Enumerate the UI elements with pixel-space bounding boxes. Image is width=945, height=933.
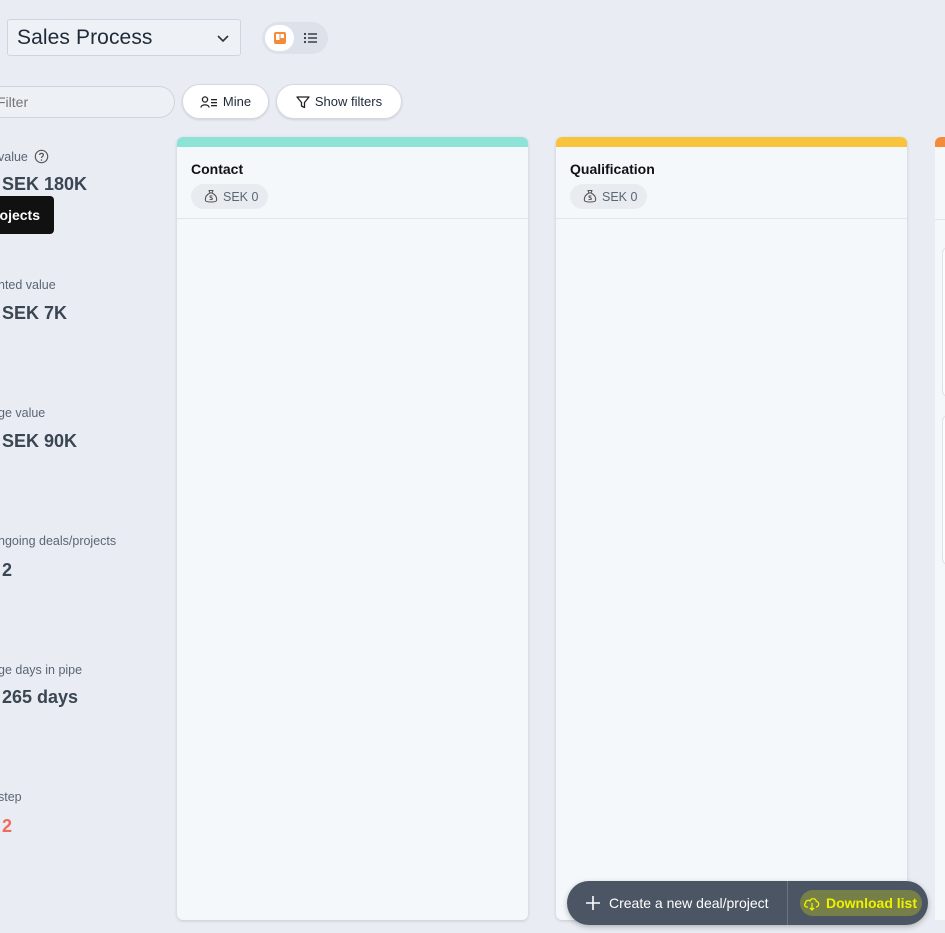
stat-total-value-label: value — [0, 149, 49, 164]
pipeline-select[interactable]: Sales Process — [7, 19, 241, 56]
pipeline-select-label: Sales Process — [17, 25, 153, 49]
column-title: Qualification — [570, 161, 655, 177]
pipeline-column-qualification[interactable]: Qualification SEK 0 — [556, 137, 907, 920]
pipeline-column-contact[interactable]: Contact SEK 0 — [177, 137, 528, 920]
column-header: Qualification SEK 0 — [556, 147, 907, 219]
tooltip: ojects — [0, 196, 54, 234]
list-view-button[interactable] — [296, 25, 325, 51]
column-amount: SEK 0 — [223, 189, 259, 204]
filter-input[interactable] — [0, 86, 175, 118]
stat-weighted-value: SEK 7K — [2, 303, 68, 323]
column-color-bar — [177, 137, 528, 147]
column-amount-chip: SEK 0 — [191, 184, 269, 209]
stat-average-days: 265 days — [2, 687, 79, 707]
cloud-download-icon — [804, 898, 820, 911]
column-amount: SEK 0 — [602, 189, 638, 204]
money-bag-icon — [204, 189, 218, 203]
plus-icon — [586, 896, 600, 910]
create-deal-label: Create a new deal/project — [609, 895, 769, 911]
board-view-icon — [273, 32, 286, 44]
mine-button[interactable]: Mine — [182, 84, 269, 119]
mine-button-label: Mine — [222, 94, 252, 109]
column-color-bar — [556, 137, 907, 147]
stat-ongoing-deals: 2 — [2, 560, 13, 580]
view-toggle — [262, 22, 328, 54]
pipeline-column-partial[interactable] — [935, 137, 945, 920]
column-title: Contact — [191, 161, 244, 177]
download-list-label: Download list — [826, 895, 917, 911]
list-view-icon — [303, 32, 317, 44]
column-header: Contact SEK 0 — [177, 147, 528, 219]
floating-action-bar: Create a new deal/project Download list — [567, 881, 928, 925]
column-color-bar — [935, 137, 945, 147]
chevron-down-icon — [217, 34, 229, 42]
stat-average-value-label: ge value — [0, 406, 46, 420]
stat-average-value: SEK 90K — [2, 431, 78, 451]
column-amount-chip: SEK 0 — [570, 184, 648, 209]
download-list-button[interactable]: Download list — [788, 881, 922, 925]
show-filters-button[interactable]: Show filters — [276, 84, 402, 119]
filter-icon — [296, 95, 310, 108]
stat-ongoing-deals-label: ngoing deals/projects — [0, 534, 117, 548]
stat-step: 2 — [2, 816, 13, 836]
board-view-button[interactable] — [265, 25, 294, 51]
user-list-icon — [200, 95, 217, 108]
create-deal-button[interactable]: Create a new deal/project — [567, 881, 788, 925]
stat-weighted-value-label: nted value — [0, 278, 56, 292]
stat-step-label: step — [0, 790, 22, 804]
stat-total-value: SEK 180K — [2, 174, 88, 194]
show-filters-label: Show filters — [314, 94, 383, 109]
column-header-divider — [935, 219, 945, 220]
question-circle-icon[interactable] — [34, 149, 49, 164]
money-bag-icon — [583, 189, 597, 203]
stat-average-days-label: ge days in pipe — [0, 663, 83, 677]
